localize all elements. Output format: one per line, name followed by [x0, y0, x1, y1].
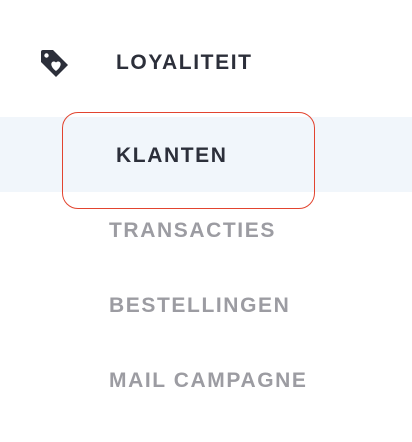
menu-item-label: MAIL CAMPAGNE	[109, 369, 308, 392]
section-title: LOYALITEIT	[116, 51, 253, 74]
menu-item-transacties[interactable]: TRANSACTIES	[0, 211, 412, 251]
tag-heart-icon	[38, 47, 72, 79]
loyalty-menu: LOYALITEIT KLANTEN TRANSACTIES BESTELLIN…	[0, 0, 412, 442]
menu-item-label: TRANSACTIES	[109, 219, 276, 242]
menu-item-label: BESTELLINGEN	[109, 294, 291, 317]
menu-item-mail-campagne[interactable]: MAIL CAMPAGNE	[0, 361, 412, 401]
section-header-loyaliteit[interactable]: LOYALITEIT	[0, 38, 412, 88]
menu-item-bestellingen[interactable]: BESTELLINGEN	[0, 286, 412, 326]
focus-ring	[62, 112, 315, 209]
